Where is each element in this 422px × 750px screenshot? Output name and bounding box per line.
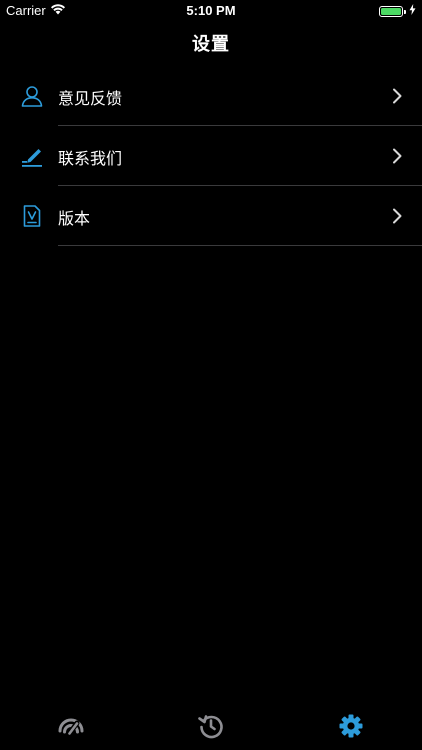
tab-history[interactable] xyxy=(197,712,225,740)
chevron-right-icon xyxy=(392,88,402,104)
edit-pencil-icon xyxy=(20,144,44,168)
speed-gauge-icon xyxy=(57,718,85,744)
page-title: 设置 xyxy=(192,34,230,55)
battery-tip xyxy=(404,9,406,14)
row-divider xyxy=(58,245,422,246)
battery-icon xyxy=(379,6,403,17)
chevron-right-icon xyxy=(392,208,402,224)
history-icon xyxy=(197,715,225,744)
tab-speed-test[interactable] xyxy=(57,712,85,740)
chevron-right-icon xyxy=(392,148,402,164)
status-right xyxy=(379,4,416,19)
status-bar: Carrier 5:10 PM xyxy=(0,0,422,22)
settings-item-label: 联系我们 xyxy=(58,149,123,168)
settings-item-label: 版本 xyxy=(58,209,91,228)
charging-bolt-icon xyxy=(409,4,416,19)
settings-screen: Carrier 5:10 PM 设置 意见反馈 联系我们 版本 xyxy=(0,0,422,750)
gear-icon xyxy=(337,714,365,744)
settings-item-version[interactable]: 版本 xyxy=(0,186,422,246)
settings-item-label: 意见反馈 xyxy=(58,89,123,108)
battery-level xyxy=(381,8,401,15)
settings-item-feedback[interactable]: 意见反馈 xyxy=(0,66,422,126)
tab-bar xyxy=(0,700,422,750)
settings-list: 意见反馈 联系我们 版本 xyxy=(0,66,422,246)
document-version-icon xyxy=(20,204,44,228)
status-time: 5:10 PM xyxy=(186,3,236,18)
tab-settings[interactable] xyxy=(337,712,365,740)
user-feedback-icon xyxy=(20,84,44,108)
settings-item-contact[interactable]: 联系我们 xyxy=(0,126,422,186)
